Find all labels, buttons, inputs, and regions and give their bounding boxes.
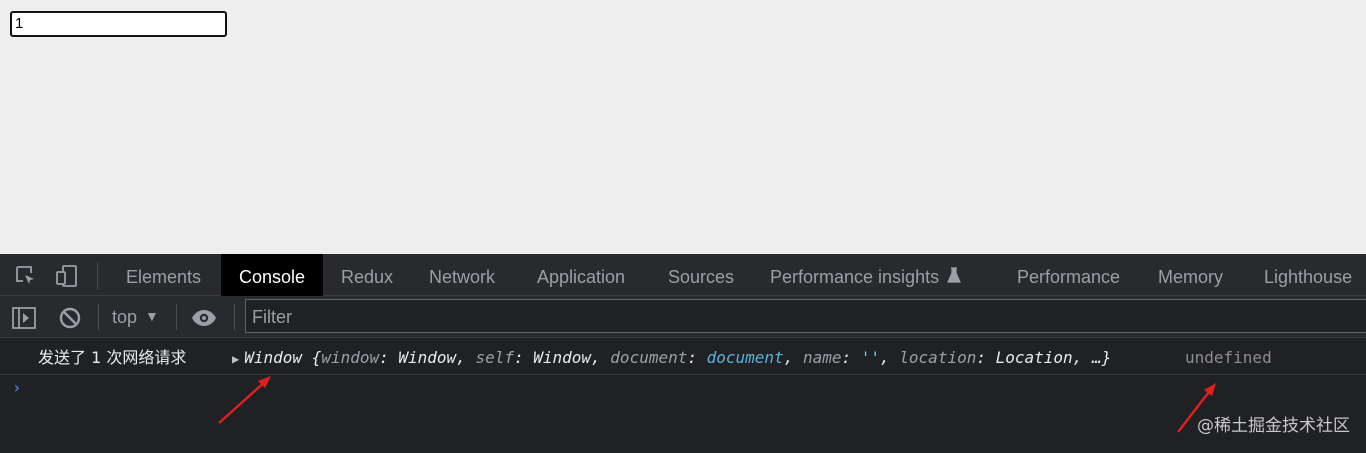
prop-key: self xyxy=(475,348,514,367)
web-page-viewport xyxy=(0,0,1366,254)
watermark: @稀土掘金技术社区 xyxy=(1197,416,1350,436)
prop-key: name xyxy=(802,348,842,367)
object-ellipsis: …} xyxy=(1091,348,1112,367)
toolbar-divider xyxy=(176,304,177,330)
tab-lighthouse[interactable]: Lighthouse xyxy=(1264,254,1352,296)
prop-key: document xyxy=(610,348,688,367)
console-toolbar: top ▼ Filter xyxy=(0,296,1366,338)
tab-elements[interactable]: Elements xyxy=(126,254,201,296)
context-selector[interactable]: top ▼ xyxy=(112,307,159,328)
caret-down-icon: ▼ xyxy=(145,308,159,324)
tab-sources[interactable]: Sources xyxy=(668,254,734,296)
object-open-brace: { xyxy=(311,348,322,367)
device-toolbar-icon[interactable] xyxy=(55,264,79,288)
inspect-element-icon[interactable] xyxy=(14,264,38,288)
prop-value: Window xyxy=(398,348,457,367)
prop-key: location xyxy=(899,348,977,367)
tab-console[interactable]: Console xyxy=(221,254,323,296)
prop-value-string: '' xyxy=(860,348,881,367)
console-filter-input[interactable]: Filter xyxy=(245,299,1366,333)
devtools-panel: Elements Console Redux Network Applicati… xyxy=(0,254,1366,453)
show-sidebar-icon[interactable] xyxy=(11,305,37,331)
log-message: 发送了 1 次网络请求 xyxy=(38,348,187,367)
eye-icon[interactable] xyxy=(191,305,217,331)
tab-performance[interactable]: Performance xyxy=(1017,254,1120,296)
prop-value: Window xyxy=(533,348,592,367)
tabbar-divider xyxy=(97,263,98,289)
toolbar-divider xyxy=(234,304,235,330)
clear-console-icon[interactable] xyxy=(57,305,83,331)
console-prompt-icon[interactable]: › xyxy=(12,378,22,397)
toolbar-divider xyxy=(98,304,99,330)
prop-value: Location xyxy=(995,348,1073,367)
tab-redux[interactable]: Redux xyxy=(341,254,393,296)
tab-network[interactable]: Network xyxy=(429,254,495,296)
tab-performance-insights-label: Performance insights xyxy=(770,267,940,287)
prop-value-link[interactable]: document xyxy=(707,348,784,367)
expand-triangle-icon[interactable]: ▶ xyxy=(232,352,239,366)
console-output: 发送了 1 次网络请求 ▶ Window {window: Window, sel… xyxy=(0,338,1366,453)
text-input[interactable] xyxy=(10,11,227,37)
console-log-row: 发送了 1 次网络请求 ▶ Window {window: Window, sel… xyxy=(0,338,1366,375)
context-selector-value: top xyxy=(112,307,138,327)
devtools-tab-bar: Elements Console Redux Network Applicati… xyxy=(0,254,1366,296)
prop-key: window xyxy=(321,348,380,367)
tab-memory[interactable]: Memory xyxy=(1158,254,1223,296)
annotation-arrow-icon xyxy=(218,376,271,424)
tab-application[interactable]: Application xyxy=(537,254,625,296)
return-value: undefined xyxy=(1185,348,1272,367)
object-class-name: Window xyxy=(244,348,303,367)
window-object-preview[interactable]: ▶ Window {window: Window, self: Window, d… xyxy=(232,338,1111,379)
tab-performance-insights[interactable]: Performance insights xyxy=(770,254,962,296)
